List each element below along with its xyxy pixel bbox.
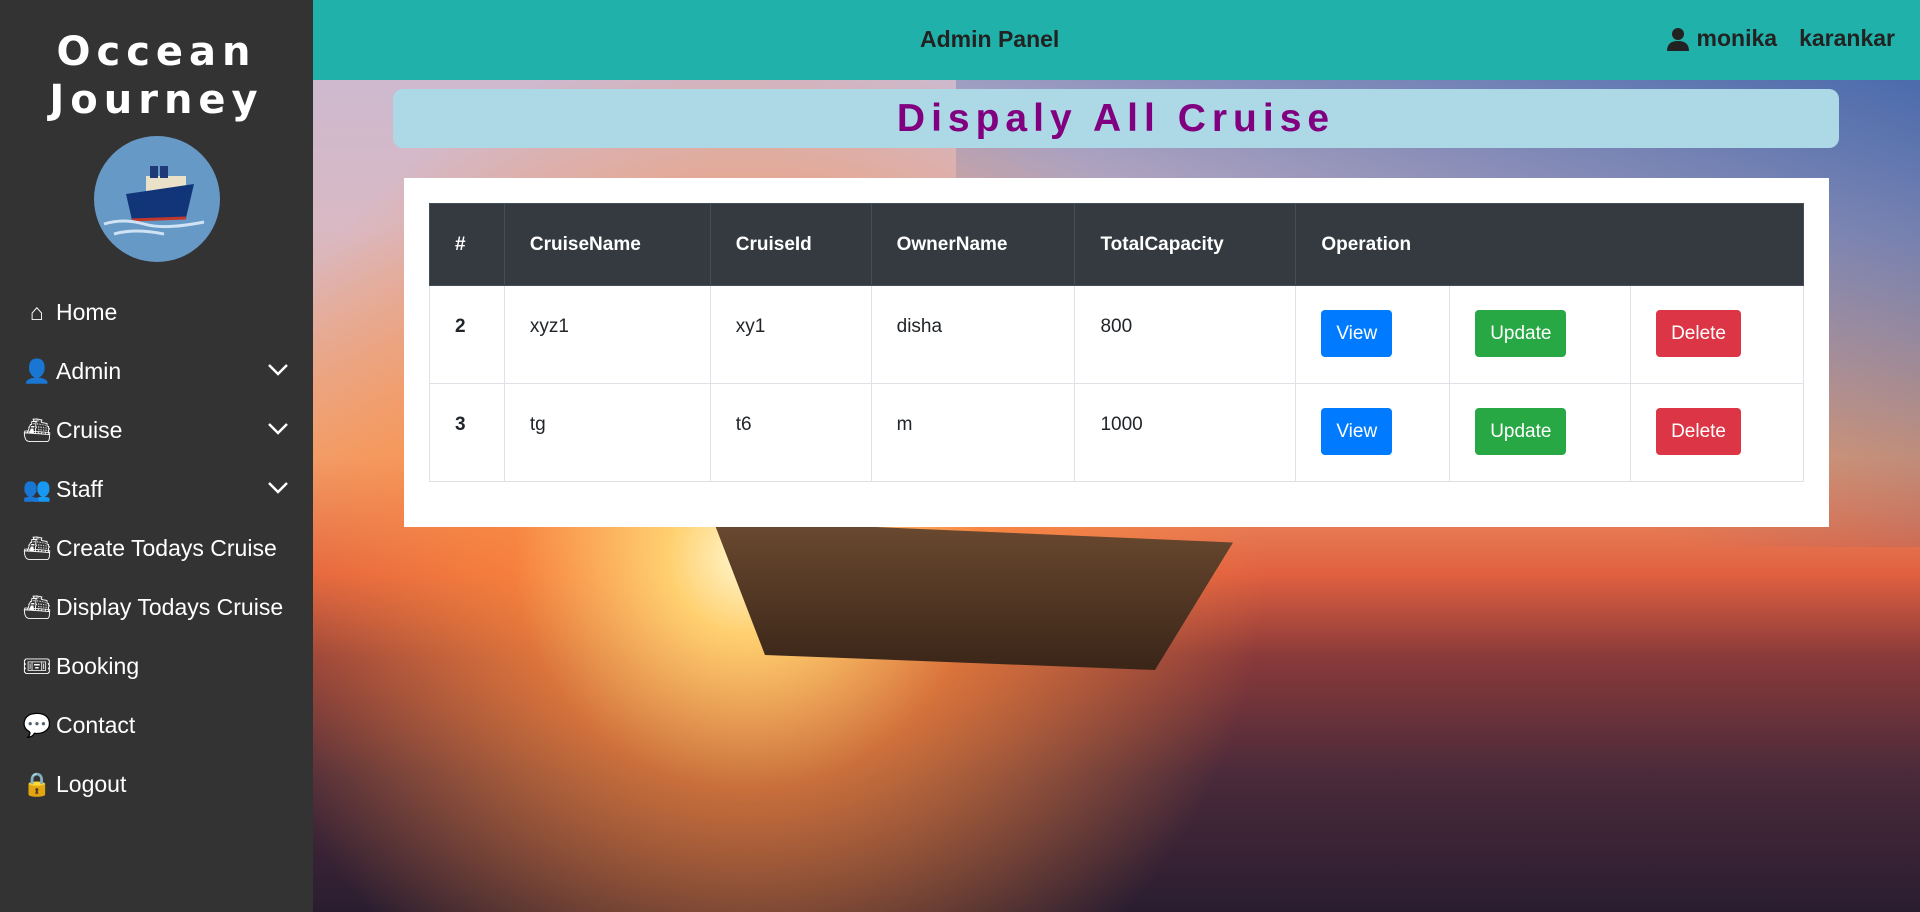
sidebar-item-label: Contact xyxy=(56,712,136,738)
cell-total-capacity: 800 xyxy=(1074,285,1297,384)
table-row: 2 xyz1 xy1 disha 800 View Update Delete xyxy=(429,285,1804,384)
view-button[interactable]: View xyxy=(1321,310,1393,357)
header-owner-name: OwnerName xyxy=(870,203,1076,286)
comment-icon: 💬 xyxy=(22,712,52,738)
cruise-logo xyxy=(93,136,220,262)
sidebar-item-cruise[interactable]: ⛴ Cruise xyxy=(0,401,313,460)
sidebar-item-label: Staff xyxy=(56,476,103,502)
user-first-name: monika xyxy=(1696,25,1778,51)
chevron-down-icon[interactable] xyxy=(267,415,289,442)
view-button[interactable]: View xyxy=(1321,408,1393,455)
header-cruise-name: CruiseName xyxy=(503,203,711,286)
delete-button[interactable]: Delete xyxy=(1656,310,1741,357)
cell-owner-name: m xyxy=(870,383,1076,482)
user-icon xyxy=(1666,27,1689,51)
cell-update: Update xyxy=(1449,285,1632,384)
ticket-icon: 🎟 xyxy=(22,653,52,679)
top-bar: Admin Panel monika karankar xyxy=(313,0,1920,80)
sidebar-item-label: Create Todays Cruise xyxy=(56,535,277,561)
cell-number: 2 xyxy=(429,285,505,384)
sidebar-item-admin[interactable]: 👤 Admin xyxy=(0,342,313,401)
sidebar-item-label: Display Todays Cruise xyxy=(56,594,284,620)
header-operation: Operation xyxy=(1295,203,1804,286)
ship-image xyxy=(713,520,1233,670)
brand-line-1: Occean xyxy=(56,29,257,75)
cell-delete: Delete xyxy=(1630,383,1804,482)
sidebar-item-staff[interactable]: 👥 Staff xyxy=(0,460,313,519)
page-title: Dispaly All Cruise xyxy=(393,89,1839,148)
sidebar-item-label: Logout xyxy=(56,771,127,797)
chevron-down-icon[interactable] xyxy=(267,474,289,501)
sidebar-item-display-todays-cruise[interactable]: ⛴ Display Todays Cruise xyxy=(0,578,313,637)
sidebar-item-create-todays-cruise[interactable]: ⛴ Create Todays Cruise xyxy=(0,519,313,578)
sidebar-item-label: Home xyxy=(56,299,118,325)
users-icon: 👥 xyxy=(22,476,52,502)
sidebar-nav: ⌂ Home 👤 Admin ⛴ Cruise 👥 Staff ⛴ Create Toda… xyxy=(0,283,313,814)
sidebar-item-contact[interactable]: 💬 Contact xyxy=(0,696,313,755)
chevron-down-icon[interactable] xyxy=(267,356,289,383)
sidebar-item-booking[interactable]: 🎟 Booking xyxy=(0,637,313,696)
header-total-capacity: TotalCapacity xyxy=(1074,203,1297,286)
ship-icon: ⛴ xyxy=(22,594,52,620)
cell-number: 3 xyxy=(429,383,505,482)
lock-icon: 🔒 xyxy=(22,771,52,797)
user-menu[interactable]: monika karankar xyxy=(1666,25,1895,52)
user-last-name: karankar xyxy=(1799,25,1895,51)
home-icon: ⌂ xyxy=(30,299,44,325)
cell-owner-name: disha xyxy=(870,285,1076,384)
header-number: # xyxy=(429,203,505,286)
cell-view: View xyxy=(1295,383,1451,482)
cell-total-capacity: 1000 xyxy=(1074,383,1297,482)
cell-update: Update xyxy=(1449,383,1632,482)
cell-cruise-name: xyz1 xyxy=(503,285,711,384)
header-cruise-id: CruiseId xyxy=(709,203,872,286)
cell-cruise-id: xy1 xyxy=(709,285,872,384)
cell-delete: Delete xyxy=(1630,285,1804,384)
brand-line-2: Journey xyxy=(49,77,264,123)
cruise-table-card: # CruiseName CruiseId OwnerName TotalCap… xyxy=(404,178,1829,527)
table-header-row: # CruiseName CruiseId OwnerName TotalCap… xyxy=(429,203,1804,286)
delete-button[interactable]: Delete xyxy=(1656,408,1741,455)
sidebar-item-label: Cruise xyxy=(56,417,123,443)
update-button[interactable]: Update xyxy=(1475,310,1567,357)
user-icon: 👤 xyxy=(22,358,52,384)
cell-cruise-name: tg xyxy=(503,383,711,482)
ship-icon: ⛴ xyxy=(22,535,52,561)
sidebar-item-logout[interactable]: 🔒 Logout xyxy=(0,755,313,814)
sidebar-item-home[interactable]: ⌂ Home xyxy=(0,283,313,342)
sidebar-item-label: Admin xyxy=(56,358,122,384)
cruise-table: # CruiseName CruiseId OwnerName TotalCap… xyxy=(429,203,1804,482)
update-button[interactable]: Update xyxy=(1475,408,1567,455)
cell-cruise-id: t6 xyxy=(709,383,872,482)
cell-view: View xyxy=(1295,285,1451,384)
sidebar: Occean Journey ⌂ Home 👤 Admin ⛴ Cruise 👥 Sta… xyxy=(0,0,313,912)
brand-title: Occean Journey xyxy=(0,0,313,124)
sidebar-item-label: Booking xyxy=(56,653,140,679)
table-row: 3 tg t6 m 1000 View Update Delete xyxy=(429,383,1804,482)
ship-icon: ⛴ xyxy=(22,417,52,443)
admin-panel-title: Admin Panel xyxy=(920,26,1060,52)
